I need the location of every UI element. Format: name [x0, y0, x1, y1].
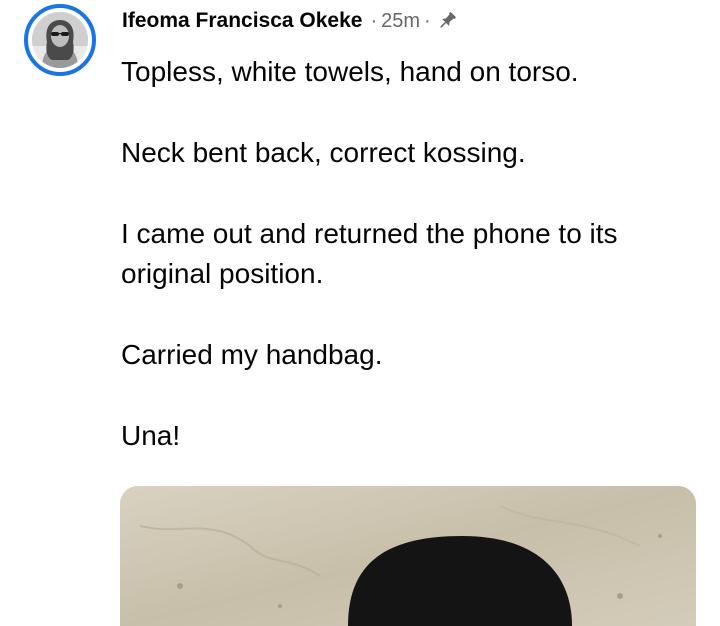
- meta-separator-2: ·: [424, 9, 431, 32]
- photo-image: [120, 486, 696, 626]
- avatar-image: [32, 12, 88, 68]
- post-photo[interactable]: [120, 486, 696, 626]
- pin-icon: [435, 9, 459, 33]
- post-paragraph-2: Neck bent back, correct kossing.: [121, 137, 526, 168]
- post-card: Ifeoma Francisca Okeke · 25m · Topless, …: [0, 0, 720, 626]
- post-body: Topless, white towels, hand on torso. Ne…: [121, 52, 701, 497]
- author-name[interactable]: Ifeoma Francisca Okeke: [122, 9, 362, 33]
- post-paragraph-1: Topless, white towels, hand on torso.: [121, 56, 579, 87]
- post-timestamp[interactable]: 25m: [381, 10, 420, 33]
- post-paragraph-5: Una!: [121, 420, 181, 451]
- meta-separator: ·: [370, 9, 378, 32]
- post-paragraph-4: Carried my handbag.: [121, 339, 383, 370]
- post-header: Ifeoma Francisca Okeke · 25m ·: [122, 6, 459, 36]
- avatar[interactable]: [32, 12, 88, 68]
- post-paragraph-3: I came out and returned the phone to its…: [121, 218, 618, 289]
- avatar-story-ring[interactable]: [24, 4, 96, 76]
